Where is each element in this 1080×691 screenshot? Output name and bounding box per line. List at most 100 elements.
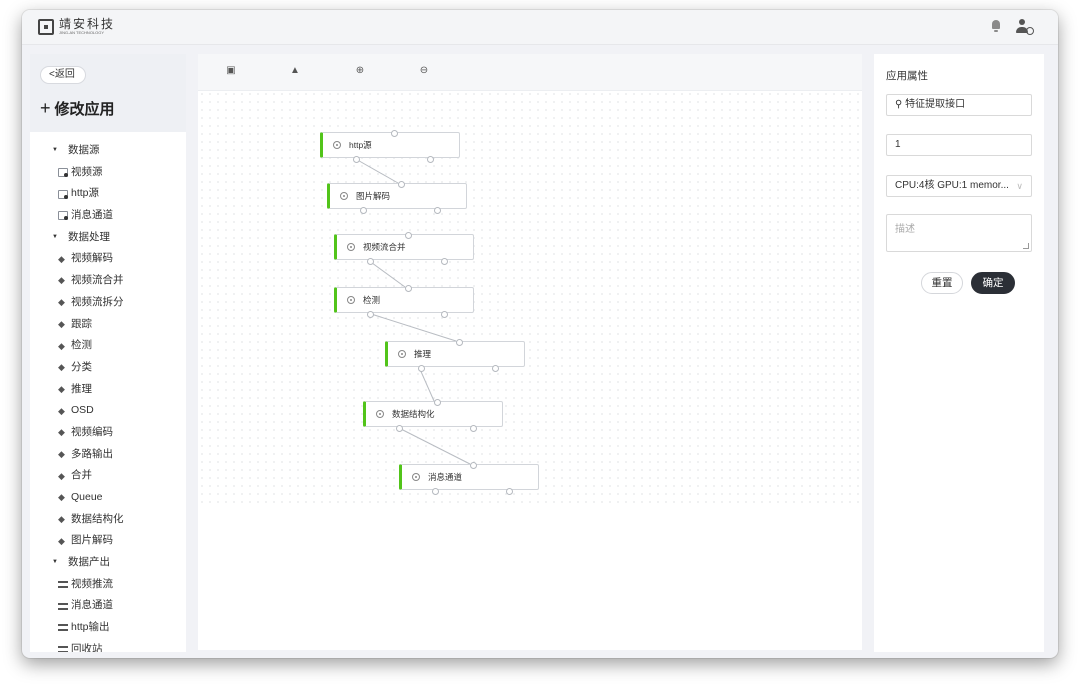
tree-item[interactable]: 跟踪 (30, 314, 186, 336)
node-port[interactable] (432, 488, 439, 495)
layers-icon (58, 357, 68, 379)
resource-select[interactable]: CPU:4核 GPU:1 memor... ∨ (886, 175, 1032, 197)
node-port[interactable] (470, 462, 477, 469)
tree-category[interactable]: 数据处理 (30, 227, 186, 249)
tree-item-label: 视频流合并 (71, 274, 124, 287)
tree-item[interactable]: 视频解码 (30, 248, 186, 271)
tree-category[interactable]: 数据产出 (30, 552, 186, 574)
node-port[interactable] (441, 258, 448, 265)
gear-icon (340, 192, 348, 200)
tree-item[interactable]: 视频流拆分 (30, 292, 186, 314)
node-port[interactable] (405, 232, 412, 239)
node-port[interactable] (434, 207, 441, 214)
flow-node[interactable]: 视频流合并 (334, 232, 474, 265)
logo-mark-icon (38, 18, 54, 35)
tree-item[interactable]: 消息通道 (30, 595, 186, 617)
node-port[interactable] (367, 258, 374, 265)
app-name-input[interactable]: ⚲ 特征提取接口 (886, 94, 1032, 116)
tree-item-label: 视频流拆分 (71, 295, 124, 308)
flow-edge[interactable] (418, 366, 435, 402)
flow-node[interactable]: 推理 (385, 339, 525, 372)
tree-item[interactable]: 多路输出 (30, 444, 186, 466)
node-port[interactable] (434, 399, 441, 406)
tree-item-label: http源 (71, 187, 100, 200)
flow-node[interactable]: http源 (320, 130, 460, 163)
tree-item[interactable]: 推理 (30, 379, 186, 401)
layers-icon (58, 466, 68, 488)
search-icon: ⚲ (895, 99, 906, 110)
user-settings-icon[interactable] (1016, 19, 1034, 35)
node-port[interactable] (396, 425, 403, 432)
tree-item[interactable]: Queue (30, 487, 186, 509)
tree-item[interactable]: 回收站 (30, 639, 186, 652)
tree-item[interactable]: 视频流合并 (30, 270, 186, 292)
source-icon (58, 168, 68, 178)
flow-node-label: 消息通道 (428, 472, 463, 482)
tree-item[interactable]: 合并 (30, 465, 186, 488)
tree-item[interactable]: 视频推流 (30, 574, 186, 596)
node-port[interactable] (405, 285, 412, 292)
back-button[interactable]: <返回 (40, 66, 86, 84)
tree-item[interactable]: 视频编码 (30, 422, 186, 444)
node-port[interactable] (367, 311, 374, 318)
node-port[interactable] (418, 365, 425, 372)
flow-edge[interactable] (396, 426, 471, 465)
node-port[interactable] (391, 130, 398, 137)
node-port[interactable] (506, 488, 513, 495)
tree-item-label: 消息通道 (71, 209, 113, 222)
bell-icon[interactable] (990, 19, 1002, 33)
flow-node[interactable]: 图片解码 (327, 181, 467, 214)
source-icon (58, 189, 68, 199)
node-port[interactable] (456, 339, 463, 346)
tree-item[interactable]: 检测 (30, 335, 186, 358)
layers-icon (58, 314, 68, 336)
flow-node-label: 推理 (414, 349, 432, 359)
tree-item[interactable]: 图片解码 (30, 530, 186, 553)
node-port[interactable] (427, 156, 434, 163)
tree-item-label: 视频编码 (71, 425, 113, 438)
canvas-toolbar: ▣ ▲ ⊕ ⊖ (198, 54, 862, 91)
description-textarea[interactable]: 描述 (886, 214, 1032, 252)
flow-node[interactable]: 检测 (334, 285, 474, 318)
flow-grid[interactable]: http源图片解码视频流合并检测推理数据结构化消息通道 (198, 90, 862, 504)
zoom-in-icon[interactable]: ⊕ (353, 64, 367, 78)
component-panel: <返回 +修改应用 数据源视频源http源消息通道数据处理视频解码视频流合并视频… (30, 54, 186, 652)
flow-node[interactable]: 消息通道 (399, 462, 539, 495)
tree-item[interactable]: 视频源 (30, 162, 186, 184)
layers-icon (58, 249, 68, 271)
logo-text-cn: 靖安科技 (59, 17, 116, 31)
clear-icon[interactable]: ▲ (288, 64, 302, 78)
flow-edge[interactable] (367, 259, 406, 288)
confirm-button[interactable]: 确定 (971, 272, 1015, 294)
reset-button[interactable]: 重置 (921, 272, 963, 294)
flow-edge[interactable] (353, 157, 399, 184)
back-button-label: 返回 (54, 69, 75, 80)
flow-node[interactable]: 数据结构化 (363, 399, 503, 432)
layers-icon (58, 270, 68, 292)
tree-category-label: 数据源 (68, 144, 100, 156)
node-port[interactable] (353, 156, 360, 163)
tree-item[interactable]: http源 (30, 183, 186, 205)
node-port[interactable] (492, 365, 499, 372)
node-port[interactable] (360, 207, 367, 214)
flow-node-label: 检测 (363, 295, 381, 305)
tree-item-label: 消息通道 (71, 599, 113, 612)
tree-category[interactable]: 数据源 (30, 140, 186, 162)
node-port[interactable] (398, 181, 405, 188)
properties-panel: 应用属性 ⚲ 特征提取接口 1 CPU:4核 GPU:1 memor... ∨ 描… (874, 54, 1044, 652)
properties-title: 应用属性 (886, 70, 928, 82)
tree-item[interactable]: http输出 (30, 617, 186, 639)
tree-item[interactable]: 消息通道 (30, 205, 186, 227)
instance-count-input[interactable]: 1 (886, 134, 1032, 156)
node-port[interactable] (441, 311, 448, 318)
zoom-out-icon[interactable]: ⊖ (417, 64, 431, 78)
gear-icon (412, 473, 420, 481)
tree-item-label: http输出 (71, 621, 110, 634)
tree-item[interactable]: 数据结构化 (30, 509, 186, 531)
save-icon[interactable]: ▣ (224, 64, 238, 78)
node-port[interactable] (470, 425, 477, 432)
tree-item-label: 推理 (71, 382, 92, 395)
tree-item-label: 图片解码 (71, 534, 113, 547)
tree-item[interactable]: 分类 (30, 357, 186, 379)
tree-item[interactable]: OSD (30, 400, 186, 423)
